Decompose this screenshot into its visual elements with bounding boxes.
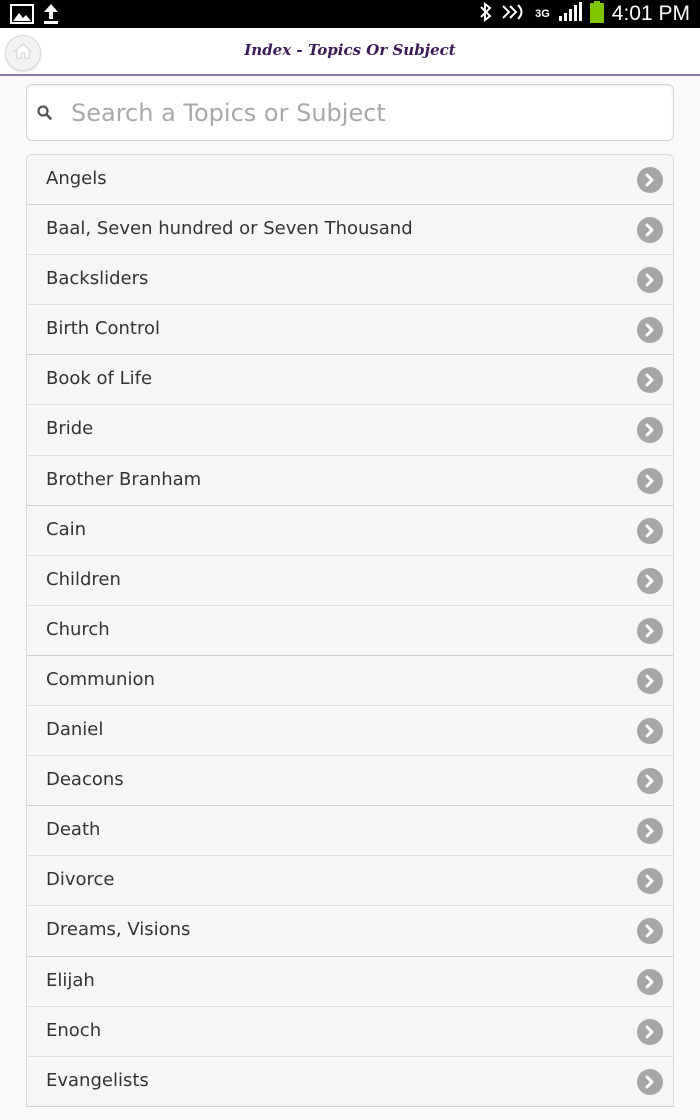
list-item-label: Angels bbox=[46, 168, 107, 189]
status-bar-left bbox=[10, 3, 60, 29]
list-item-label: Children bbox=[46, 568, 121, 590]
list-item[interactable]: Communion bbox=[27, 655, 673, 707]
chevron-right-icon bbox=[637, 818, 663, 845]
app-header: Index - Topics Or Subject bbox=[0, 28, 700, 76]
list-item-label: Book of Life bbox=[46, 368, 153, 390]
chevron-right-icon bbox=[637, 267, 663, 294]
list-item-label: Death bbox=[46, 819, 101, 841]
chevron-right-icon bbox=[637, 1018, 663, 1045]
list-item-label: Birth Control bbox=[46, 318, 161, 340]
chevron-right-icon bbox=[637, 417, 663, 444]
chevron-right-icon bbox=[637, 968, 663, 995]
chevron-right-icon bbox=[637, 217, 663, 244]
nfc-icon bbox=[501, 3, 527, 25]
search-icon bbox=[36, 104, 54, 122]
list-item[interactable]: Enoch bbox=[27, 1006, 673, 1057]
list-item-label: Daniel bbox=[46, 719, 104, 741]
list-item-label: Divorce bbox=[46, 869, 115, 891]
chevron-right-icon bbox=[637, 718, 663, 745]
chevron-right-icon bbox=[637, 467, 663, 494]
list-item-label: Cain bbox=[46, 518, 87, 540]
list-item[interactable]: Dreams, Visions bbox=[27, 906, 673, 957]
battery-icon bbox=[589, 1, 604, 27]
image-icon bbox=[10, 4, 34, 28]
list-item-label: Bride bbox=[46, 418, 94, 440]
list-item[interactable]: Evangelists bbox=[27, 1056, 673, 1107]
chevron-right-icon bbox=[637, 317, 663, 344]
list-item-label: Baal, Seven hundred or Seven Thousand bbox=[46, 218, 413, 240]
list-item[interactable]: Divorce bbox=[27, 856, 673, 907]
list-item[interactable]: Cain bbox=[27, 505, 673, 556]
list-item[interactable]: Baal, Seven hundred or Seven Thousand bbox=[27, 205, 673, 256]
chevron-right-icon bbox=[637, 617, 663, 644]
status-bar: 3G 4:01 PM bbox=[0, 0, 700, 28]
list-item-label: Brother Branham bbox=[46, 468, 202, 490]
list-item[interactable]: Deacons bbox=[27, 756, 673, 807]
upload-icon bbox=[42, 3, 60, 29]
search-box[interactable] bbox=[26, 84, 674, 141]
clock: 4:01 PM bbox=[611, 2, 690, 25]
chevron-right-icon bbox=[637, 768, 663, 795]
page-title: Index - Topics Or Subject bbox=[244, 41, 456, 59]
chevron-right-icon bbox=[637, 167, 663, 193]
list-item[interactable]: Birth Control bbox=[27, 305, 673, 356]
list-item[interactable]: Death bbox=[27, 806, 673, 857]
chevron-right-icon bbox=[637, 868, 663, 895]
chevron-right-icon bbox=[637, 517, 663, 544]
list-item-label: Elijah bbox=[46, 969, 95, 991]
list-item[interactable]: Book of Life bbox=[27, 355, 673, 406]
list-item[interactable]: Elijah bbox=[27, 956, 673, 1007]
list-item-label: Dreams, Visions bbox=[46, 919, 191, 941]
list-item-label: Deacons bbox=[46, 769, 124, 791]
list-item[interactable]: Bride bbox=[27, 405, 673, 456]
list-item[interactable]: Daniel bbox=[27, 706, 673, 757]
chevron-right-icon bbox=[637, 567, 663, 594]
signal-icon bbox=[558, 2, 582, 26]
list-item[interactable]: Brother Branham bbox=[27, 455, 673, 506]
chevron-right-icon bbox=[637, 367, 663, 394]
topic-list: Angels Baal, Seven hundred or Seven Thous… bbox=[26, 154, 674, 1107]
chevron-right-icon bbox=[637, 1068, 663, 1095]
list-item-label: Backsliders bbox=[46, 268, 149, 290]
list-item[interactable]: Church bbox=[27, 605, 673, 656]
chevron-right-icon bbox=[637, 918, 663, 945]
status-bar-right: 3G 4:01 PM bbox=[479, 0, 690, 28]
list-item[interactable]: Children bbox=[27, 555, 673, 606]
list-item-label: Enoch bbox=[46, 1019, 102, 1041]
search-input[interactable] bbox=[71, 93, 661, 133]
chevron-right-icon bbox=[637, 667, 663, 694]
list-item-label: Communion bbox=[46, 668, 155, 690]
list-item[interactable]: Angels bbox=[27, 155, 673, 206]
list-item-label: Evangelists bbox=[46, 1069, 149, 1091]
network-type: 3G bbox=[535, 8, 550, 20]
list-item-label: Church bbox=[46, 618, 110, 640]
list-item[interactable]: Backsliders bbox=[27, 255, 673, 306]
bluetooth-icon bbox=[479, 1, 493, 26]
